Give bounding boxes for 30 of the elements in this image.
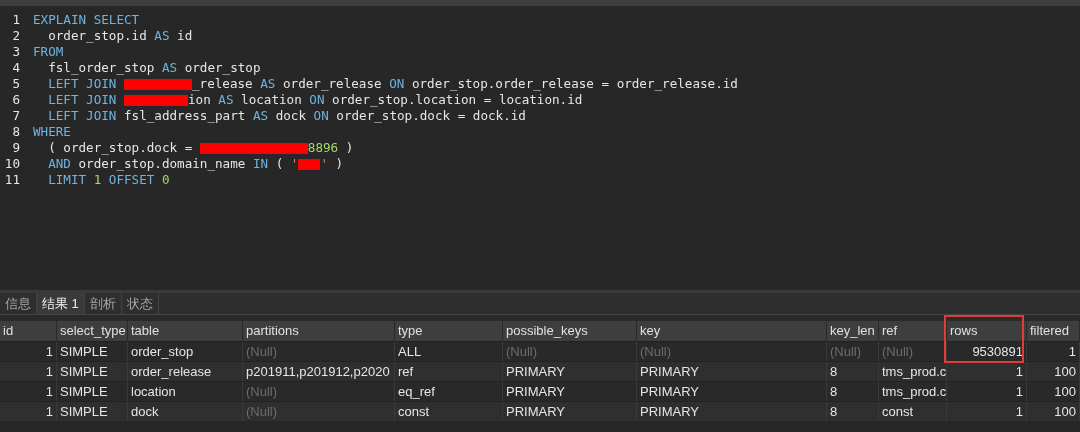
code-text: AND order_stop.domain_name IN ( ' [47, 155, 299, 173]
result-tab[interactable]: 结果 1 [37, 293, 85, 314]
line-number: 9 [11, 138, 21, 157]
line-number: 1 [11, 10, 21, 29]
redaction-mark [298, 158, 321, 170]
code-text: order_stop.id AS id [47, 26, 193, 45]
line-number: 10 [3, 154, 21, 173]
redaction-mark [124, 78, 192, 90]
code-text: LIMIT 1 OFFSET 0 [47, 171, 170, 189]
line-number: 5 [11, 74, 21, 93]
code-text: LEFT JOIN fsl_address_part AS dock ON order_stop.dock = dock.id [47, 107, 526, 125]
code-text: fsl_order_stop AS order_stop [47, 58, 261, 77]
line-number: 8 [11, 122, 21, 141]
code-text: ( order_stop.dock = [47, 138, 194, 157]
line-number: 7 [11, 106, 21, 125]
code-text: FROM [33, 43, 64, 61]
redaction-mark [124, 94, 188, 106]
line-number: 3 [11, 42, 21, 61]
line-number: 4 [11, 58, 21, 77]
line-number: 2 [11, 26, 21, 45]
code-text: ion AS location ON order_stop.location = location.id [188, 91, 583, 109]
code-text: 8896 ) [307, 138, 354, 157]
code-text: ' ) [320, 154, 344, 173]
code-text: _release AS order_release ON order_stop.order_release = order_release.id [192, 75, 738, 93]
code-text: WHERE [33, 122, 71, 141]
code-text: LEFT JOIN [47, 90, 118, 109]
line-number: 11 [3, 170, 21, 189]
line-number: 6 [11, 90, 21, 109]
code-text: EXPLAIN SELECT [33, 10, 140, 29]
code-text: LEFT JOIN [47, 75, 118, 93]
